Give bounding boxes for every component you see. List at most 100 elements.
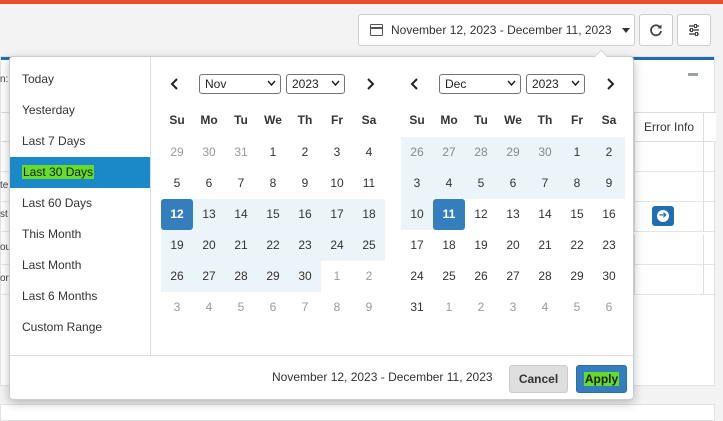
calendar-day[interactable]: 2 (353, 261, 385, 292)
calendar-day[interactable]: 27 (433, 137, 465, 168)
range-last-6-months[interactable]: Last 6 Months (10, 281, 150, 312)
calendar-day[interactable]: 4 (353, 137, 385, 168)
calendar-day[interactable]: 18 (433, 230, 465, 261)
calendar-day[interactable]: 6 (497, 168, 529, 199)
refresh-button[interactable] (639, 14, 673, 46)
calendar-day[interactable]: 5 (161, 168, 193, 199)
calendar-day[interactable]: 5 (225, 292, 257, 323)
calendar-day[interactable]: 10 (401, 199, 433, 230)
calendar-day[interactable]: 30 (193, 137, 225, 168)
calendar-day[interactable]: 3 (497, 292, 529, 323)
calendar-day[interactable]: 27 (497, 261, 529, 292)
calendar-day[interactable]: 3 (401, 168, 433, 199)
calendar-day[interactable]: 2 (289, 137, 321, 168)
calendar-day[interactable]: 13 (193, 199, 225, 230)
calendar-day[interactable]: 7 (225, 168, 257, 199)
next-month-button[interactable] (361, 73, 379, 95)
range-this-month[interactable]: This Month (10, 219, 150, 250)
calendar-day[interactable]: 8 (321, 292, 353, 323)
calendar-day[interactable]: 28 (465, 137, 497, 168)
calendar-day[interactable]: 11 (433, 199, 465, 230)
next-month-button[interactable] (601, 73, 619, 95)
calendar-day[interactable]: 29 (161, 137, 193, 168)
calendar-day[interactable]: 9 (353, 292, 385, 323)
calendar-day[interactable]: 4 (433, 168, 465, 199)
prev-month-button[interactable] (406, 73, 424, 95)
calendar-day[interactable]: 22 (257, 230, 289, 261)
calendar-day[interactable]: 3 (321, 137, 353, 168)
calendar-day[interactable]: 26 (401, 137, 433, 168)
calendar-day[interactable]: 8 (257, 168, 289, 199)
calendar-day[interactable]: 7 (529, 168, 561, 199)
month-select[interactable]: Nov (199, 74, 281, 94)
calendar-day[interactable]: 29 (257, 261, 289, 292)
range-yesterday[interactable]: Yesterday (10, 95, 150, 126)
calendar-day[interactable]: 10 (321, 168, 353, 199)
calendar-day[interactable]: 23 (289, 230, 321, 261)
calendar-day[interactable]: 28 (225, 261, 257, 292)
cancel-button[interactable]: Cancel (509, 365, 568, 393)
minimize-icon[interactable] (688, 73, 698, 76)
calendar-day[interactable]: 20 (193, 230, 225, 261)
range-custom[interactable]: Custom Range (10, 312, 150, 343)
calendar-day[interactable]: 18 (353, 199, 385, 230)
calendar-day[interactable]: 1 (433, 292, 465, 323)
calendar-day[interactable]: 29 (561, 261, 593, 292)
apply-button[interactable]: Apply (576, 365, 627, 393)
calendar-day[interactable]: 5 (561, 292, 593, 323)
calendar-day[interactable]: 1 (257, 137, 289, 168)
calendar-day[interactable]: 6 (257, 292, 289, 323)
calendar-day[interactable]: 31 (401, 292, 433, 323)
calendar-day[interactable]: 22 (561, 230, 593, 261)
calendar-day[interactable]: 30 (289, 261, 321, 292)
prev-month-button[interactable] (166, 73, 184, 95)
calendar-day[interactable]: 9 (289, 168, 321, 199)
calendar-day[interactable]: 26 (161, 261, 193, 292)
calendar-day[interactable]: 4 (193, 292, 225, 323)
calendar-day[interactable]: 11 (353, 168, 385, 199)
month-select[interactable]: Dec (439, 74, 521, 94)
calendar-day[interactable]: 21 (225, 230, 257, 261)
calendar-day[interactable]: 12 (161, 199, 193, 230)
calendar-day[interactable]: 3 (161, 292, 193, 323)
calendar-day[interactable]: 16 (289, 199, 321, 230)
calendar-day[interactable]: 24 (401, 261, 433, 292)
calendar-day[interactable]: 14 (225, 199, 257, 230)
calendar-day[interactable]: 28 (529, 261, 561, 292)
calendar-day[interactable]: 27 (193, 261, 225, 292)
calendar-day[interactable]: 4 (529, 292, 561, 323)
range-today[interactable]: Today (10, 64, 150, 95)
calendar-day[interactable]: 2 (593, 137, 625, 168)
calendar-day[interactable]: 21 (529, 230, 561, 261)
calendar-day[interactable]: 6 (593, 292, 625, 323)
calendar-day[interactable]: 30 (529, 137, 561, 168)
calendar-day[interactable]: 1 (321, 261, 353, 292)
calendar-day[interactable]: 16 (593, 199, 625, 230)
calendar-day[interactable]: 20 (497, 230, 529, 261)
range-last-60-days[interactable]: Last 60 Days (10, 188, 150, 219)
calendar-day[interactable]: 19 (161, 230, 193, 261)
calendar-day[interactable]: 17 (401, 230, 433, 261)
calendar-day[interactable]: 9 (593, 168, 625, 199)
calendar-day[interactable]: 31 (225, 137, 257, 168)
calendar-day[interactable]: 15 (257, 199, 289, 230)
calendar-day[interactable]: 26 (465, 261, 497, 292)
calendar-day[interactable]: 30 (593, 261, 625, 292)
calendar-day[interactable]: 2 (465, 292, 497, 323)
range-last-30-days[interactable]: Last 30 Days (10, 157, 150, 188)
calendar-day[interactable]: 17 (321, 199, 353, 230)
date-range-button[interactable]: November 12, 2023 - December 11, 2023 (358, 14, 635, 46)
calendar-day[interactable]: 13 (497, 199, 529, 230)
calendar-day[interactable]: 23 (593, 230, 625, 261)
calendar-day[interactable]: 29 (497, 137, 529, 168)
calendar-day[interactable]: 14 (529, 199, 561, 230)
calendar-day[interactable]: 15 (561, 199, 593, 230)
calendar-day[interactable]: 8 (561, 168, 593, 199)
range-last-month[interactable]: Last Month (10, 250, 150, 281)
calendar-day[interactable]: 25 (353, 230, 385, 261)
calendar-day[interactable]: 1 (561, 137, 593, 168)
calendar-day[interactable]: 5 (465, 168, 497, 199)
range-last-7-days[interactable]: Last 7 Days (10, 126, 150, 157)
year-select[interactable]: 2023 (286, 74, 345, 94)
filter-settings-button[interactable] (677, 14, 711, 46)
